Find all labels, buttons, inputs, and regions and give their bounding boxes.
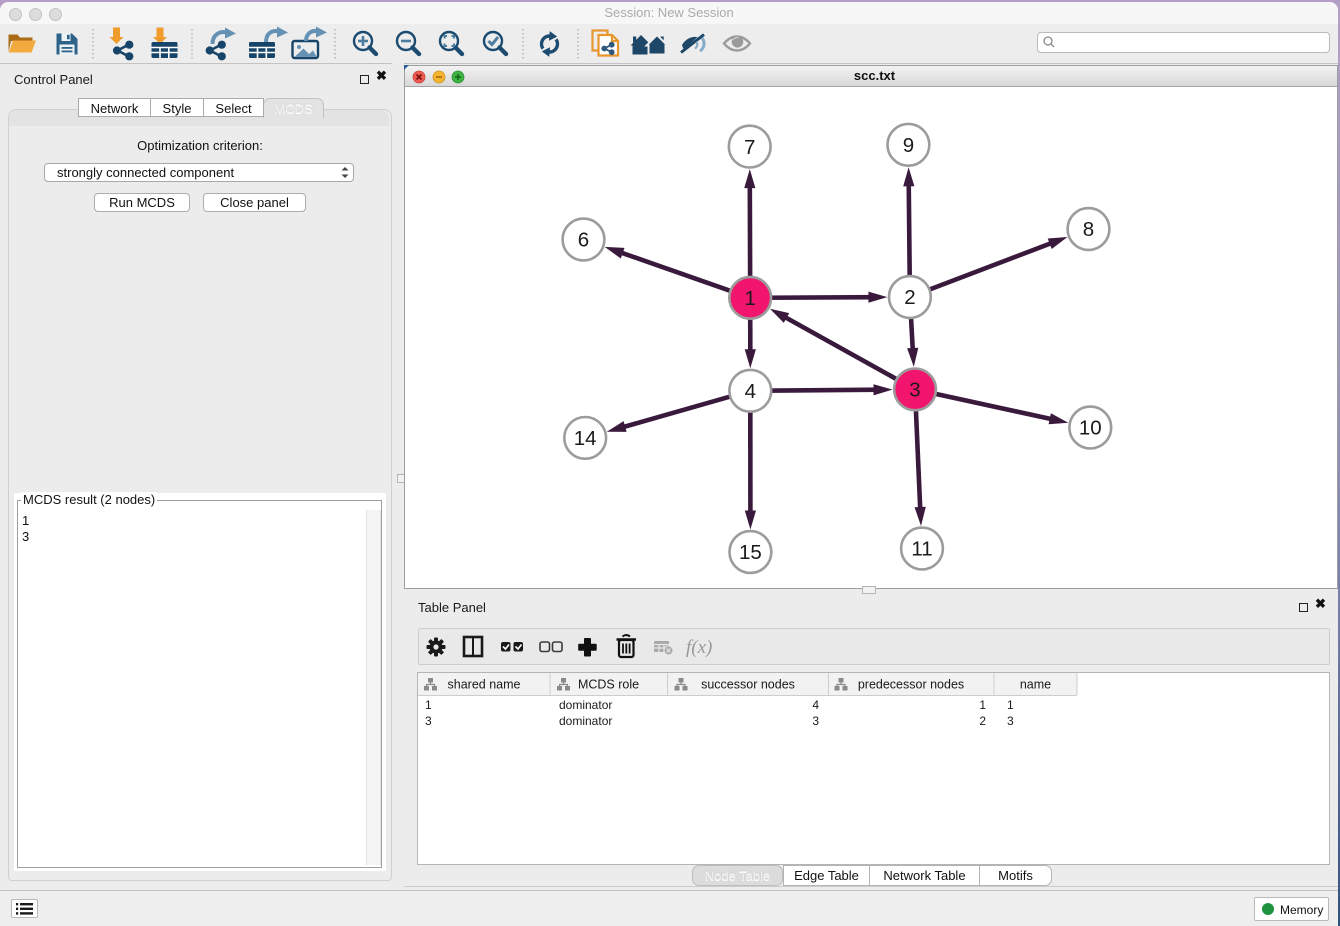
svg-text:f(x): f(x) bbox=[686, 637, 712, 658]
svg-text:8: 8 bbox=[1083, 218, 1094, 241]
svg-text:9: 9 bbox=[903, 134, 914, 157]
svg-text:15: 15 bbox=[739, 541, 762, 564]
svg-text:predecessor nodes: predecessor nodes bbox=[858, 678, 964, 692]
svg-text:2: 2 bbox=[904, 286, 915, 309]
svg-text:MCDS role: MCDS role bbox=[578, 678, 639, 692]
svg-text:3: 3 bbox=[909, 379, 920, 402]
svg-text:11: 11 bbox=[911, 538, 932, 561]
svg-text:1: 1 bbox=[744, 287, 755, 310]
svg-text:successor nodes: successor nodes bbox=[701, 678, 795, 692]
svg-text:shared name: shared name bbox=[448, 678, 521, 692]
svg-text:6: 6 bbox=[578, 229, 589, 252]
svg-text:10: 10 bbox=[1079, 417, 1102, 440]
svg-text:14: 14 bbox=[574, 427, 597, 450]
svg-text:4: 4 bbox=[745, 380, 756, 403]
svg-text:name: name bbox=[1020, 678, 1051, 692]
svg-text:7: 7 bbox=[744, 136, 755, 159]
